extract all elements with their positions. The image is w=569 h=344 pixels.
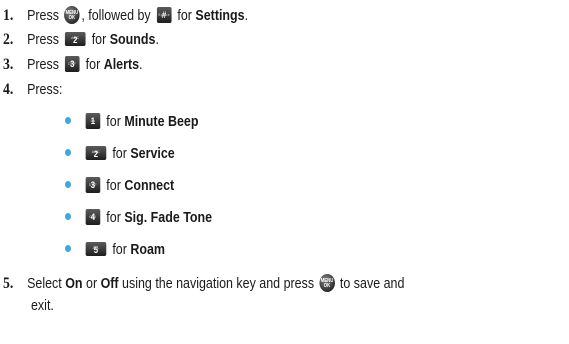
step-text: exit. [31, 298, 54, 314]
step-text: for [91, 32, 107, 48]
step-text: Press [27, 32, 59, 48]
menu-name: Sounds [109, 32, 156, 48]
list-item: 1 oo for Minute Beep [65, 113, 198, 131]
step-3: 3. Press 3 DEF for Alerts. [3, 56, 143, 73]
step-text: for [177, 8, 192, 24]
key-2-icon: 2 ABC [65, 32, 86, 46]
list-item: 5 JKL for Roam [65, 241, 165, 259]
key-3-icon: 3 DEF [85, 177, 101, 193]
menu-name: Alerts [103, 57, 140, 73]
step-text: Press [27, 57, 59, 73]
step-number: 4. [3, 81, 14, 98]
step-5-continued: exit. [31, 297, 54, 315]
option-on: On [65, 276, 83, 292]
bullet-icon [65, 181, 72, 188]
key-2-icon: 2 ABC [85, 146, 107, 160]
step-1: 1. Press MENU OK, followed by # Space for S… [3, 6, 249, 24]
step-text: Select [27, 276, 62, 292]
list-item: 3 DEF for Connect [65, 177, 174, 195]
bullet-icon [65, 149, 72, 156]
step-text: Press [27, 8, 59, 24]
list-item: 2 ABC for Service [65, 145, 175, 163]
step-text: , followed by [81, 8, 151, 24]
key-1-icon: 1 oo [85, 113, 101, 129]
key-3-icon: 3 DEF [65, 56, 80, 72]
bullet-icon [65, 117, 72, 124]
bullet-icon [65, 213, 72, 220]
step-text: for [85, 57, 101, 73]
instruction-page: 1. Press MENU OK, followed by # Space for S… [0, 0, 569, 344]
menu-name: Settings [195, 8, 245, 24]
key-4-icon: 4 GHI [85, 209, 101, 225]
option-name: Connect [124, 178, 175, 194]
step-number: 2. [3, 31, 14, 48]
list-item: 4 GHI for Sig. Fade Tone [65, 209, 212, 227]
step-text: using the navigation key and press [122, 276, 315, 292]
pound-key-icon: # Space [156, 7, 172, 23]
option-name: Minute Beep [124, 114, 199, 130]
option-off: Off [100, 276, 119, 292]
step-text: to save and [339, 276, 405, 292]
menu-ok-key-icon: MENU OK [64, 6, 80, 24]
key-5-icon: 5 JKL [85, 242, 107, 256]
step-4: 4. Press: [3, 81, 62, 99]
bullet-icon [65, 245, 72, 252]
option-name: Roam [130, 242, 166, 258]
menu-ok-key-icon: MENU OK [319, 274, 335, 292]
step-number: 1. [3, 7, 14, 24]
step-text: Press: [27, 82, 63, 98]
step-2: 2. Press 2 ABC for Sounds. [3, 31, 159, 48]
step-number: 3. [3, 56, 14, 73]
step-number: 5. [3, 275, 14, 292]
option-name: Sig. Fade Tone [124, 210, 213, 226]
option-name: Service [130, 146, 175, 162]
step-5: 5. Select On or Off using the navigation … [3, 274, 405, 292]
